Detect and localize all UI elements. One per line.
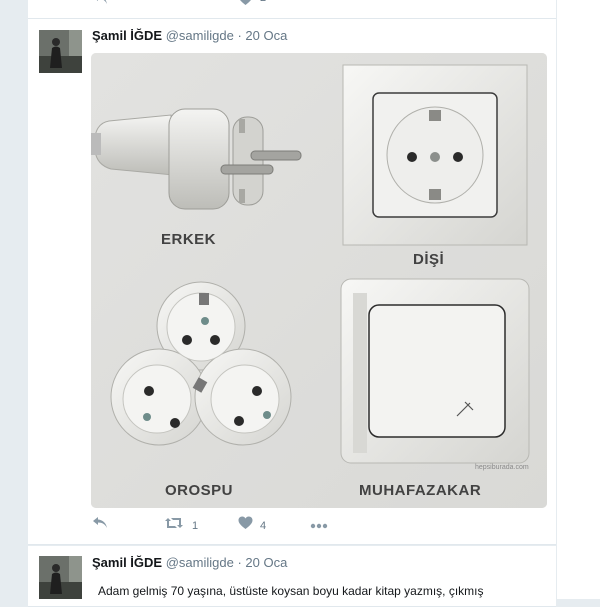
timeline: 2 Şamil İĞDE @samiligde · 20 Oca — [27, 0, 557, 607]
author-handle[interactable]: @samiligde — [166, 28, 234, 43]
tweet-header: Şamil İĞDE @samiligde · 20 Oca — [92, 555, 287, 570]
previous-tweet[interactable]: 2 — [28, 0, 556, 19]
retweet-button[interactable]: 1 — [164, 516, 198, 536]
next-tweet[interactable]: Şamil İĞDE @samiligde · 20 Oca Adam gelm… — [28, 546, 556, 607]
caption-bottom-right: MUHAFAZAKAR — [359, 482, 481, 499]
author-name[interactable]: Şamil İĞDE — [92, 28, 162, 43]
reply-icon — [93, 517, 107, 528]
separator: · — [237, 28, 242, 43]
like-count: 2 — [260, 0, 266, 4]
tweet-header: Şamil İĞDE @samiligde · 20 Oca — [92, 28, 287, 43]
like-icon — [238, 516, 253, 529]
reply-icon — [96, 0, 107, 4]
avatar-image — [39, 556, 82, 599]
timestamp[interactable]: 20 Oca — [245, 555, 287, 570]
avatar[interactable] — [39, 556, 82, 599]
like-icon — [240, 0, 251, 5]
more-button[interactable] — [310, 523, 328, 543]
media-image: ERKEK DİŞİ OROSPU hepsiburada.com MUHAFA… — [91, 53, 547, 508]
avatar[interactable] — [39, 30, 82, 73]
caption-top-right: DİŞİ — [413, 251, 444, 268]
page-gutter — [557, 0, 600, 599]
author-handle[interactable]: @samiligde — [166, 555, 234, 570]
like-button[interactable]: 2 — [238, 0, 266, 12]
caption-bottom-left: OROSPU — [165, 482, 233, 499]
tweet-media[interactable]: ERKEK DİŞİ OROSPU hepsiburada.com MUHAFA… — [91, 53, 547, 508]
author-name[interactable]: Şamil İĞDE — [92, 555, 162, 570]
tweet[interactable]: Şamil İĞDE @samiligde · 20 Oca ERKEK DİŞ… — [28, 19, 556, 545]
reply-button[interactable] — [92, 516, 108, 536]
more-icon — [310, 523, 328, 529]
retweet-icon — [165, 518, 183, 528]
like-count: 4 — [260, 520, 267, 532]
avatar-image — [39, 30, 82, 73]
socket-illustration — [342, 64, 528, 246]
separator: · — [237, 555, 242, 570]
more-button[interactable] — [310, 0, 328, 12]
timestamp[interactable]: 20 Oca — [245, 28, 287, 43]
caption-top-left: ERKEK — [161, 231, 216, 248]
switch-illustration — [340, 278, 530, 464]
retweet-count: 1 — [192, 520, 199, 532]
reply-button[interactable] — [92, 0, 108, 12]
tweet-text: Adam gelmiş 70 yaşına, üstüste koysan bo… — [98, 584, 484, 598]
media-watermark: hepsiburada.com — [475, 464, 529, 471]
like-button[interactable]: 4 — [238, 516, 266, 536]
